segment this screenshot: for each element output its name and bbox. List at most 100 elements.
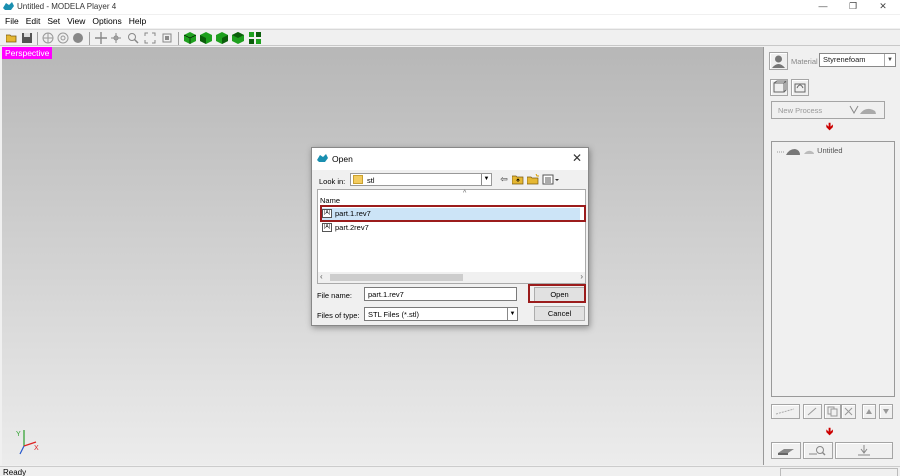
cut-button[interactable]: [835, 442, 893, 459]
file-type-value: STL Files (*.stl): [368, 310, 419, 319]
chevron-down-icon: ▼: [507, 308, 517, 320]
file-name: part.2rev7: [335, 223, 369, 232]
zoom-window-icon[interactable]: [161, 32, 173, 44]
open-dialog: Open ✕ Look in: stl ▼ ⇦ ^ Name |A| part.…: [311, 147, 589, 326]
chevron-down-icon: ▼: [481, 174, 491, 185]
view-front-icon[interactable]: [200, 32, 212, 44]
menu-view[interactable]: View: [67, 15, 85, 28]
process-panel: Material Styrenefoam ▼ New Process 🡻 Unt…: [766, 47, 900, 465]
rotate-view-icon[interactable]: [57, 32, 69, 44]
edit-icon: [807, 407, 817, 416]
file-name-input[interactable]: part.1.rev7: [364, 287, 517, 301]
dialog-title: Open: [332, 154, 353, 164]
menu-help[interactable]: Help: [129, 15, 146, 28]
tree-node-icon: [777, 148, 814, 155]
save-icon[interactable]: [21, 32, 33, 44]
scrollbar-thumb[interactable]: [330, 274, 463, 281]
delete-icon: [844, 407, 853, 416]
view-side-icon[interactable]: [216, 32, 228, 44]
up-folder-icon[interactable]: [512, 174, 524, 185]
sphere-icon[interactable]: [72, 32, 84, 44]
process-tree[interactable]: Untitled: [771, 141, 895, 397]
view-multi-icon[interactable]: [249, 32, 261, 44]
edit-process-button[interactable]: [803, 404, 822, 419]
new-folder-icon[interactable]: [527, 174, 539, 185]
perspective-label: Perspective: [2, 47, 53, 59]
app-icon: [317, 154, 328, 162]
triangle-down-icon: [883, 409, 889, 414]
material-select[interactable]: Styrenefoam ▼: [819, 53, 896, 67]
status-bar: Ready: [0, 466, 900, 476]
dialog-close-button[interactable]: ✕: [572, 151, 582, 165]
menu-file[interactable]: File: [5, 15, 19, 28]
move-icon[interactable]: [110, 32, 122, 44]
material-value: Styrenefoam: [823, 55, 866, 64]
file-name-label: File name:: [317, 291, 353, 300]
file-type-label: Files of type:: [317, 311, 360, 320]
view-iso-icon[interactable]: [184, 32, 196, 44]
toolpath-icon: [775, 408, 795, 415]
arrow-down-icon: 🡻: [826, 427, 834, 438]
view-menu-icon[interactable]: [542, 174, 560, 185]
axis-y-label: Y: [16, 431, 21, 438]
minimize-button[interactable]: —: [808, 0, 838, 14]
folder-icon: [353, 175, 363, 184]
pan-icon[interactable]: [95, 32, 107, 44]
toolbar-separator: [37, 32, 38, 45]
toolbar-separator: [178, 32, 179, 45]
back-icon[interactable]: ⇦: [498, 174, 510, 185]
window-title: Untitled - MODELA Player 4: [17, 2, 117, 11]
zoom-fit-icon[interactable]: [144, 32, 156, 44]
user-icon: [772, 55, 785, 68]
app-icon: [3, 2, 14, 10]
move-up-button[interactable]: [862, 404, 876, 419]
axis-triad-icon: Y X: [16, 430, 39, 455]
scroll-right-icon[interactable]: ›: [580, 272, 583, 281]
user-button[interactable]: [769, 52, 788, 70]
new-process-button[interactable]: New Process: [771, 101, 885, 119]
process-tree-root[interactable]: Untitled: [777, 146, 843, 156]
open-folder-icon[interactable]: [6, 32, 18, 44]
look-in-select[interactable]: stl ▼: [350, 173, 492, 186]
path-button[interactable]: [771, 404, 800, 419]
model-button[interactable]: [770, 79, 788, 96]
chevron-down-icon: ▼: [884, 54, 895, 66]
zoom-icon[interactable]: [127, 32, 139, 44]
move-down-button[interactable]: [879, 404, 893, 419]
toolbar: [0, 29, 900, 46]
maximize-button[interactable]: ❐: [838, 0, 868, 14]
file-type-select[interactable]: STL Files (*.stl) ▼: [364, 307, 518, 321]
simulate-button[interactable]: [803, 442, 833, 459]
mill-cutter-icon: [849, 105, 876, 115]
status-cell: [780, 468, 898, 476]
axis-x-label: X: [34, 445, 39, 452]
cut-model-button[interactable]: [791, 79, 809, 96]
delete-process-button[interactable]: [841, 404, 856, 419]
preview-button[interactable]: [771, 442, 801, 459]
scroll-left-icon[interactable]: ‹: [320, 272, 323, 281]
column-name[interactable]: Name: [320, 196, 340, 205]
menu-options[interactable]: Options: [92, 15, 121, 28]
view-top-icon[interactable]: [232, 32, 244, 44]
model-icon: [773, 80, 788, 93]
look-in-label: Look in:: [319, 177, 346, 186]
file-item[interactable]: |A| part.2rev7: [321, 222, 580, 234]
menu-edit[interactable]: Edit: [26, 15, 41, 28]
copy-process-button[interactable]: [824, 404, 841, 419]
magnifier-icon: [809, 446, 826, 456]
rotate-icon[interactable]: [42, 32, 54, 44]
menu-set[interactable]: Set: [47, 15, 60, 28]
cut-output-icon: [858, 445, 870, 456]
close-button[interactable]: ✕: [868, 0, 898, 14]
cut-model-icon: [794, 83, 806, 93]
arrow-down-icon: 🡻: [826, 122, 834, 133]
new-process-label: New Process: [778, 106, 823, 115]
file-list-header: ^ Name: [318, 190, 585, 205]
file-list[interactable]: ^ Name |A| part.1.rev7 |A| part.2rev7 ‹ …: [317, 189, 586, 284]
horizontal-scrollbar[interactable]: ‹ ›: [318, 272, 585, 283]
dialog-title-bar: Open ✕: [312, 148, 588, 170]
process-tree-root-label: Untitled: [817, 146, 843, 155]
status-text: Ready: [3, 468, 27, 476]
cancel-button[interactable]: Cancel: [534, 306, 585, 321]
open-button-highlight: [528, 284, 586, 303]
